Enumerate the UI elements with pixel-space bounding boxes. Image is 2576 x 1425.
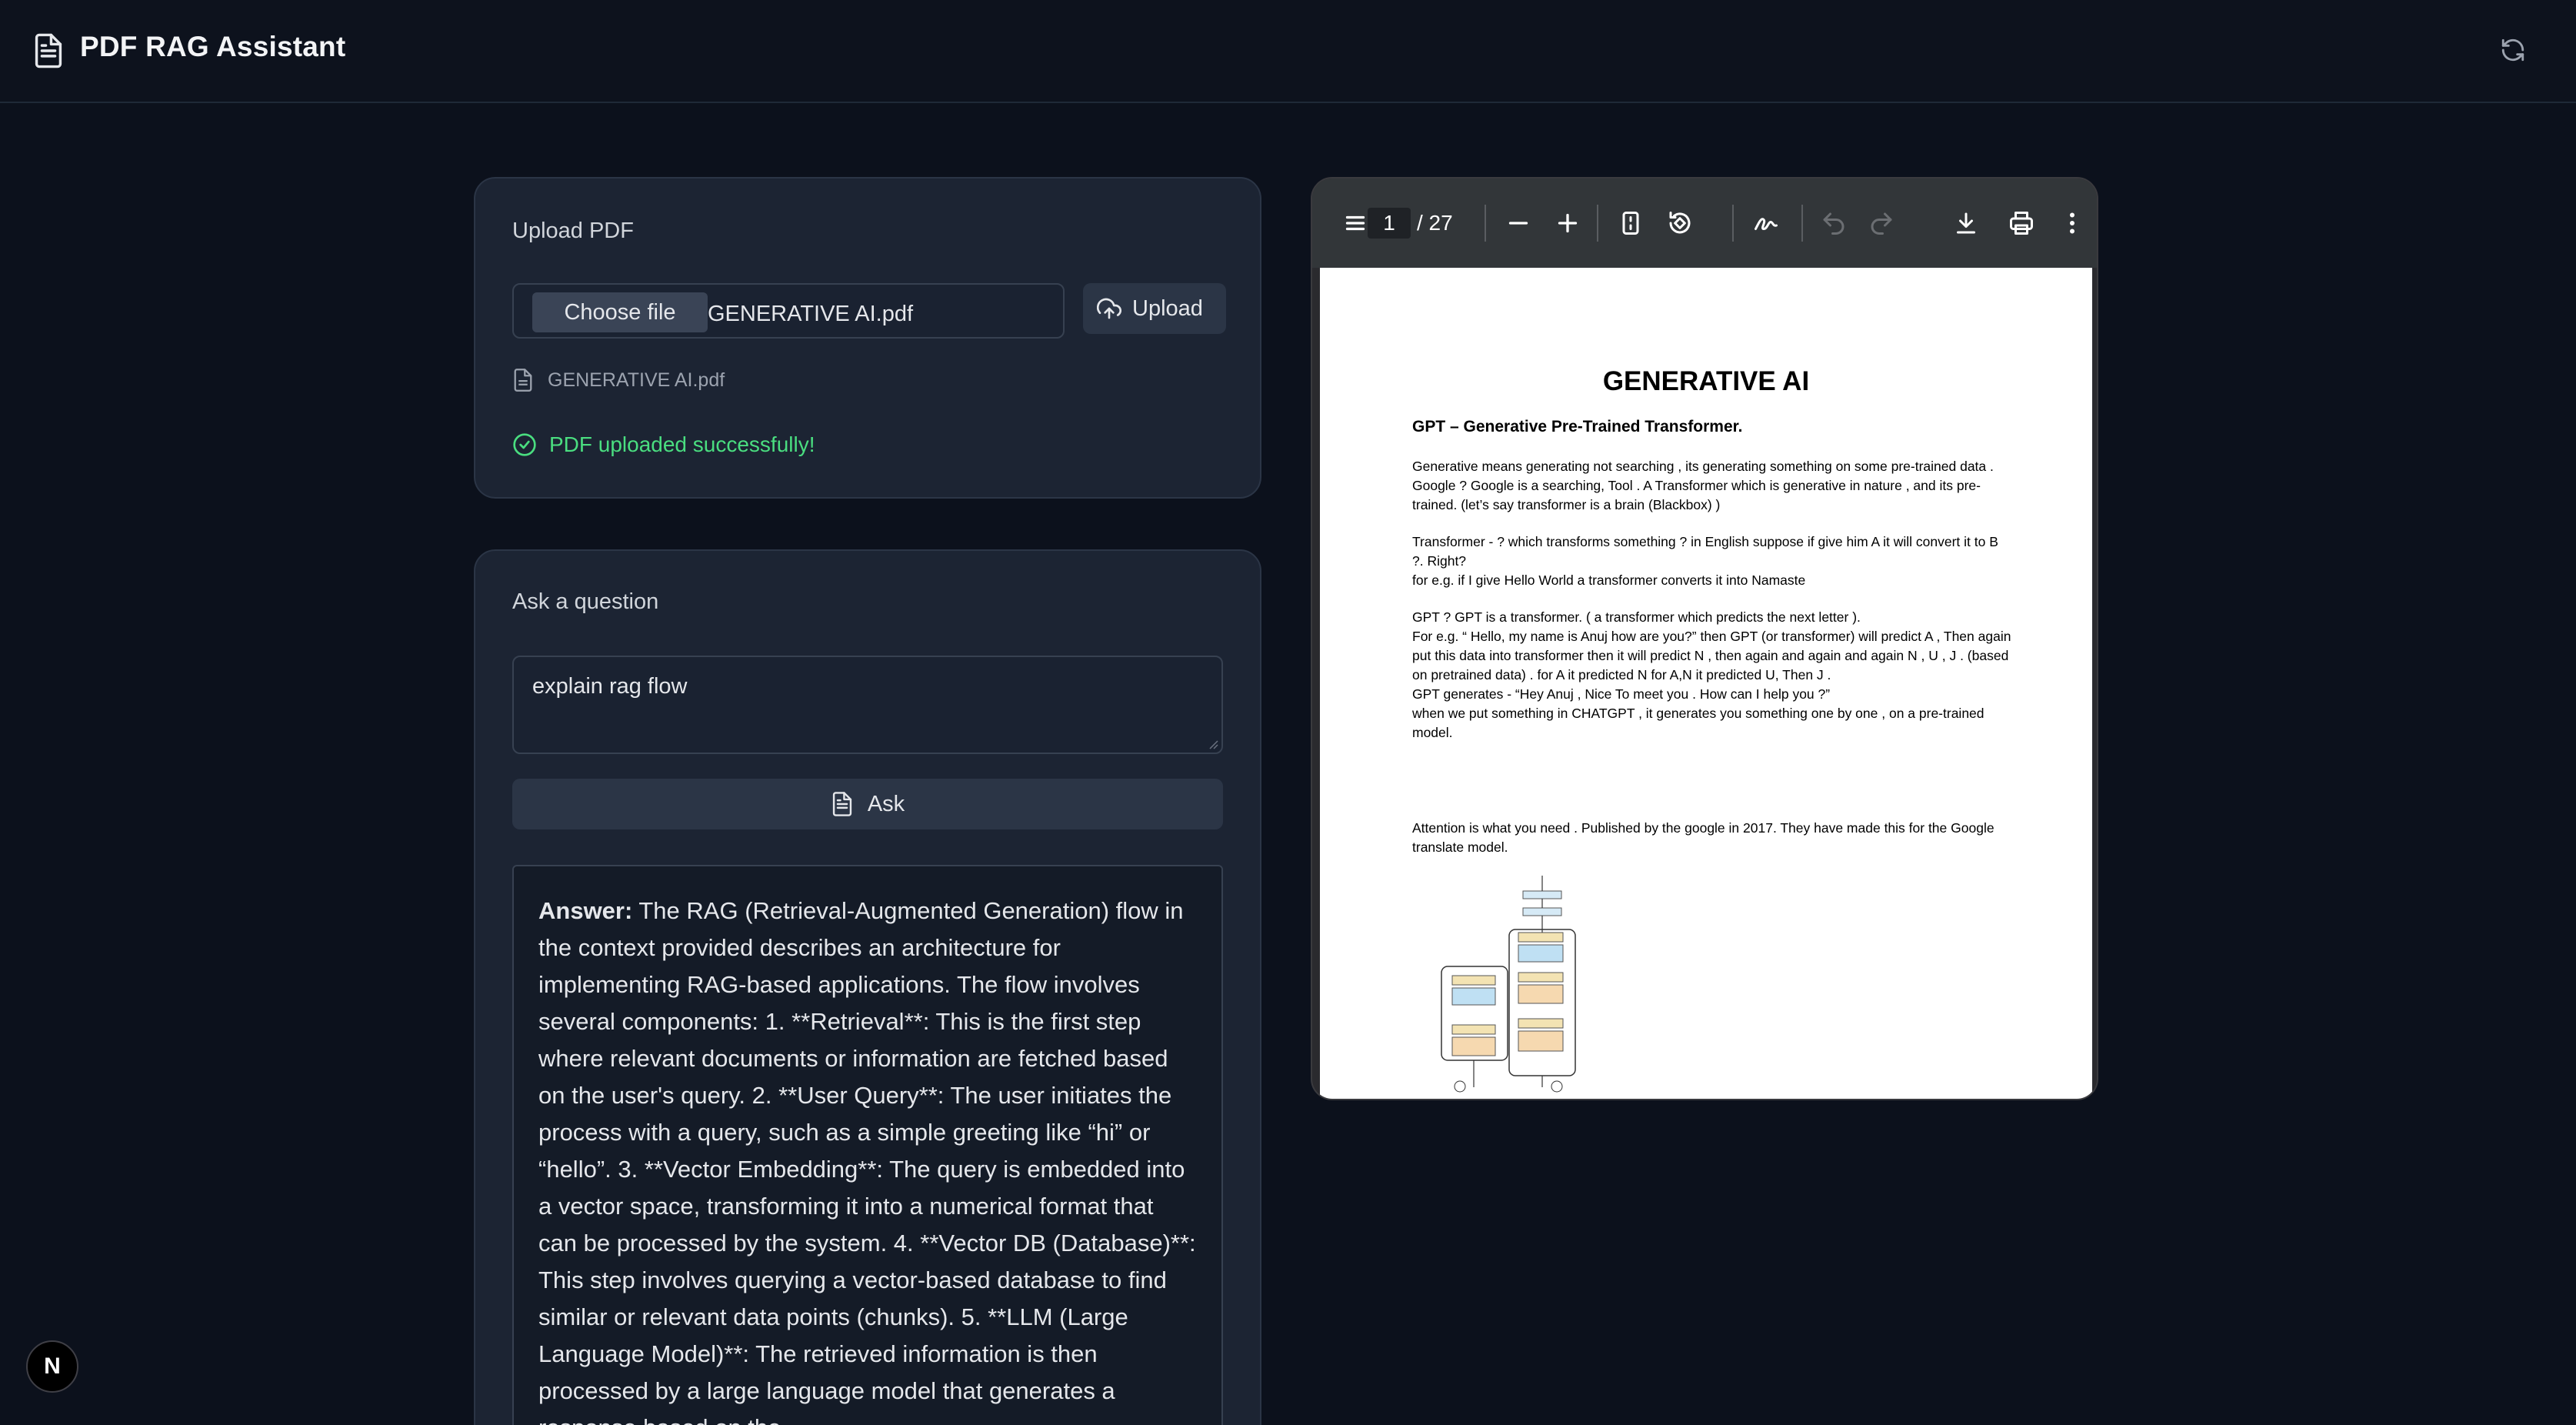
pdf-paragraph: Generative means generating not searchin…: [1412, 459, 1994, 512]
pdf-doc-title: GENERATIVE AI: [1602, 366, 1810, 396]
zoom-out-icon[interactable]: [1505, 209, 1532, 237]
pdf-paragraph: GPT ? GPT is a transformer. ( a transfor…: [1412, 609, 2011, 740]
pdf-paragraph: Transformer - ? which transforms somethi…: [1412, 534, 1998, 588]
pdf-toolbar: 1 / 27: [1312, 179, 2097, 268]
fit-page-icon[interactable]: [1617, 209, 1645, 237]
answer-text: Answer: The RAG (Retrieval-Augmented Gen…: [538, 893, 1197, 1425]
upload-status: PDF uploaded successfully!: [512, 432, 815, 457]
undo-icon[interactable]: [1820, 209, 1848, 237]
ask-button-label: Ask: [867, 791, 905, 816]
toolbar-divider: [1732, 205, 1734, 242]
selected-file-name: GENERATIVE AI.pdf: [548, 369, 725, 391]
more-options-icon[interactable]: [2058, 209, 2086, 237]
app-title: PDF RAG Assistant: [80, 31, 346, 62]
pdf-paragraph: Attention is what you need . Published b…: [1412, 820, 1994, 855]
framework-badge[interactable]: N: [26, 1340, 78, 1393]
question-input-value: explain rag flow: [532, 674, 688, 699]
menu-icon[interactable]: [1341, 209, 1369, 237]
upload-card: Upload PDF Choose file GENERATIVE AI.pdf…: [474, 177, 1261, 499]
draw-icon[interactable]: [1752, 209, 1780, 237]
print-icon[interactable]: [2008, 209, 2035, 237]
answer-label: Answer:: [538, 897, 633, 924]
selected-file: GENERATIVE AI.pdf: [512, 368, 725, 392]
choose-file-button[interactable]: Choose file: [532, 292, 708, 332]
upload-card-title: Upload PDF: [512, 219, 634, 243]
redo-icon[interactable]: [1868, 209, 1895, 237]
page-total: / 27: [1417, 211, 1453, 235]
rotate-icon[interactable]: [1666, 209, 1694, 237]
upload-button-label: Upload: [1132, 295, 1203, 321]
toolbar-divider: [1801, 205, 1803, 242]
ask-card: Ask a question explain rag flow Ask Answ…: [474, 549, 1261, 1425]
pdf-doc-subtitle: GPT – Generative Pre-Trained Transformer…: [1412, 418, 1743, 436]
page-number-input[interactable]: 1: [1368, 208, 1411, 239]
check-circle-icon: [513, 433, 536, 456]
refresh-icon[interactable]: [2500, 37, 2526, 63]
file-text-icon: [35, 33, 62, 68]
upload-status-text: PDF uploaded successfully!: [549, 432, 815, 456]
pdf-viewer: 1 / 27 GENERATIVE AI GPT – Generative Pr…: [1311, 177, 2098, 1100]
question-input[interactable]: explain rag flow: [512, 656, 1223, 754]
toolbar-divider: [1485, 205, 1486, 242]
upload-button[interactable]: Upload: [1083, 283, 1226, 334]
resize-grip-icon[interactable]: [1206, 737, 1218, 749]
file-icon: [514, 369, 532, 392]
zoom-in-icon[interactable]: [1554, 209, 1581, 237]
answer-panel: Answer: The RAG (Retrieval-Augmented Gen…: [512, 865, 1223, 1425]
file-text-icon: [832, 792, 851, 816]
ask-button[interactable]: Ask: [512, 779, 1223, 829]
toolbar-divider: [1597, 205, 1598, 242]
pdf-page: GENERATIVE AI GPT – Generative Pre-Train…: [1320, 268, 2092, 1099]
file-input-filename: GENERATIVE AI.pdf: [708, 302, 914, 326]
file-input[interactable]: Choose file GENERATIVE AI.pdf: [512, 283, 1065, 339]
cloud-upload-icon: [1097, 298, 1121, 319]
ask-card-title: Ask a question: [512, 589, 659, 614]
download-icon[interactable]: [1952, 209, 1980, 237]
transformer-architecture-figure: [1441, 876, 1576, 1093]
app-header: PDF RAG Assistant: [0, 0, 2576, 103]
answer-body: The RAG (Retrieval-Augmented Generation)…: [538, 897, 1196, 1425]
